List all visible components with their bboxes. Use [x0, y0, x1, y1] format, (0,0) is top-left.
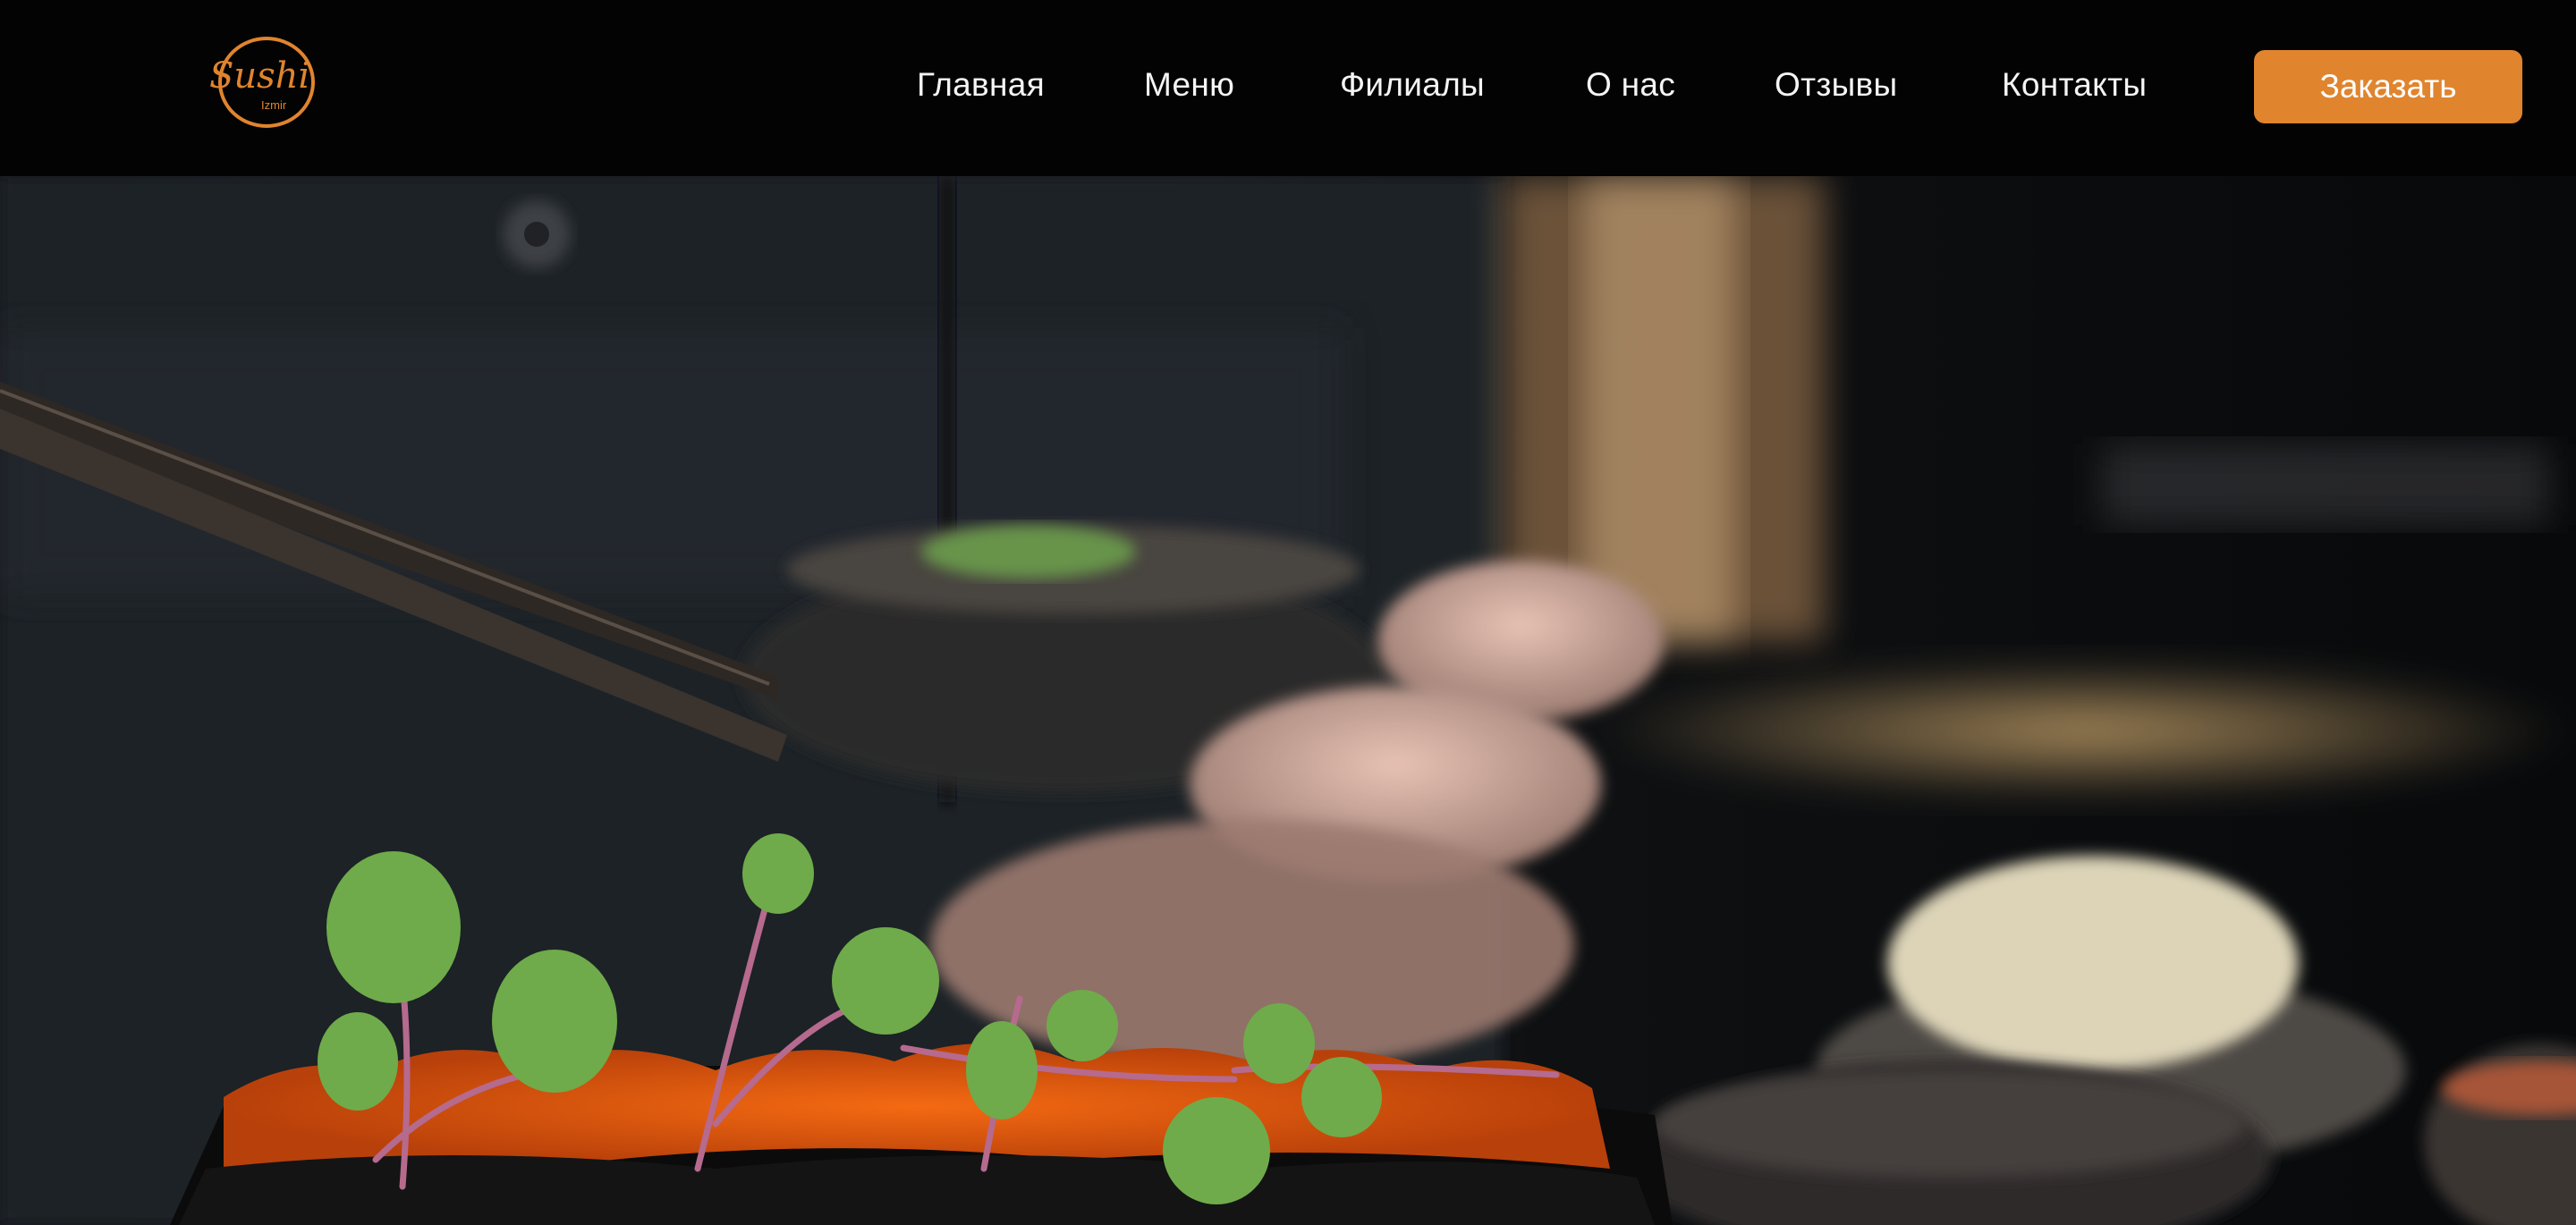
- nav-item-home[interactable]: Главная: [917, 66, 1045, 104]
- nav-item-menu[interactable]: Меню: [1144, 66, 1234, 104]
- order-button[interactable]: Заказать: [2254, 50, 2522, 123]
- logo-subtitle-text: Izmir: [261, 98, 287, 112]
- sushi-logo-icon: Sushi Izmir: [209, 37, 315, 128]
- logo-script-text: Sushi: [209, 55, 309, 97]
- nav-item-branches[interactable]: Филиалы: [1340, 66, 1485, 104]
- hero-photo: [0, 176, 2576, 1225]
- nav-item-about[interactable]: О нас: [1586, 66, 1675, 104]
- site-header: Sushi Izmir Главная Меню Филиалы О нас О…: [0, 0, 2576, 176]
- nav-item-reviews[interactable]: Отзывы: [1775, 66, 1897, 104]
- hero-image: [0, 176, 2576, 1225]
- nav-item-contacts[interactable]: Контакты: [2002, 66, 2147, 104]
- brand-logo[interactable]: Sushi Izmir: [206, 34, 320, 131]
